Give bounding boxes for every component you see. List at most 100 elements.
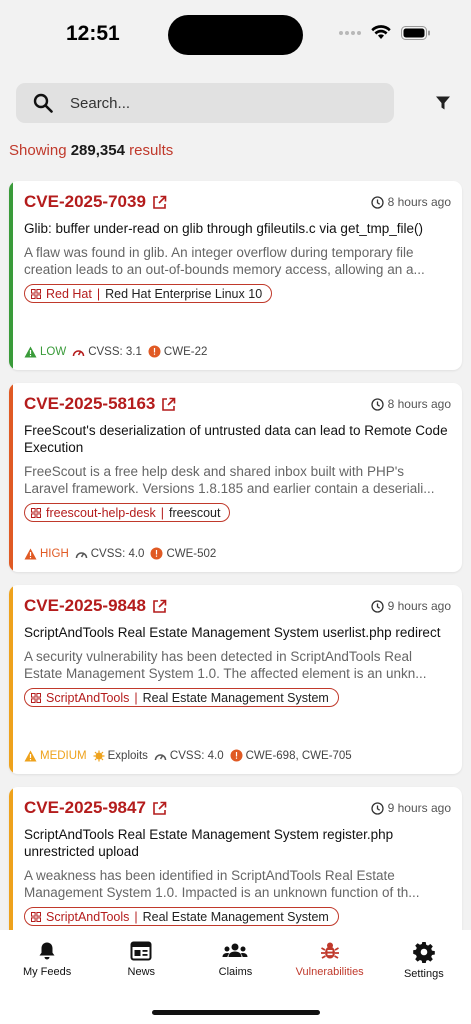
product-name: Real Estate Management System: [142, 690, 329, 705]
tab-label: Settings: [403, 968, 444, 980]
cve-description: A flaw was found in glib. An integer ove…: [24, 244, 451, 278]
cve-description: FreeScout is a free help desk and shared…: [24, 463, 451, 497]
timestamp-text: 9 hours ago: [387, 801, 451, 815]
vulnerability-card[interactable]: CVE-2025-58163 8 hours ago FreeScout's d…: [9, 383, 462, 572]
vendor-chip[interactable]: ScriptAndTools | Real Estate Management …: [24, 688, 339, 707]
bell-icon: [39, 942, 55, 960]
tab-my-feeds[interactable]: My Feeds: [0, 941, 94, 980]
cve-id-text: CVE-2025-9847: [24, 798, 146, 817]
cve-title: FreeScout's deserialization of untrusted…: [24, 423, 448, 455]
grid-icon: [31, 288, 41, 299]
users-icon: [222, 943, 248, 957]
tab-news[interactable]: News: [94, 941, 188, 980]
cve-id[interactable]: CVE-2025-9848: [24, 596, 167, 616]
filter-icon: [436, 96, 450, 110]
cwe-badge: CWE-22: [148, 345, 207, 358]
cve-title: ScriptAndTools Real Estate Management Sy…: [24, 827, 394, 859]
cve-title: Glib: buffer under-read on glib through …: [24, 221, 423, 236]
alert-circle-icon: [150, 547, 163, 560]
cve-id-text: CVE-2025-9848: [24, 596, 146, 615]
severity-badge: LOW: [24, 346, 66, 358]
gauge-icon: [72, 349, 85, 356]
tab-vulnerabilities[interactable]: Vulnerabilities: [283, 941, 377, 980]
wifi-icon: [371, 25, 391, 39]
gauge-icon: [154, 753, 167, 760]
description-line: A flaw was found in glib. An integer ove…: [24, 245, 414, 260]
battery-icon: [401, 25, 430, 40]
card-meta: LOW CVSS: 3.1 CWE-22: [24, 345, 207, 358]
timestamp-text: 9 hours ago: [387, 599, 451, 613]
timestamp: 8 hours ago: [370, 397, 451, 411]
results-suffix: results: [129, 142, 174, 159]
description-line: creation leads to an out-of-bounds memor…: [24, 262, 425, 277]
search-placeholder: Search...: [70, 94, 131, 112]
cvss-text: CVSS: 4.0: [169, 749, 224, 762]
description-line: Laravel framework. Versions 1.8.185 and …: [24, 481, 435, 496]
search-row: Search...: [16, 83, 455, 123]
cwe-text: CWE-22: [163, 345, 208, 358]
card-meta: HIGH CVSS: 4.0 CWE-502: [24, 547, 216, 560]
cwe-badge: CWE-502: [150, 547, 216, 560]
cve-id-text: CVE-2025-7039: [24, 192, 146, 211]
newspaper-icon: [130, 941, 152, 961]
gauge-icon: [75, 551, 87, 558]
vendor-name: freescout-help-desk: [46, 505, 156, 520]
results-prefix: Showing: [9, 142, 67, 159]
dynamic-island: [168, 15, 303, 55]
results-number: 289,354: [70, 142, 125, 159]
vulnerability-card[interactable]: CVE-2025-7039 8 hours ago Glib: buffer u…: [9, 181, 462, 370]
timestamp-text: 8 hours ago: [387, 397, 451, 411]
tab-label: News: [127, 966, 156, 978]
status-bar: 12:51: [0, 0, 471, 66]
exploits-badge: Exploits: [93, 750, 148, 762]
external-link-icon: [153, 195, 167, 209]
cve-id[interactable]: CVE-2025-9847: [24, 798, 167, 818]
tab-bar: My Feeds News Claims Vulnerabilities Set…: [0, 930, 471, 1024]
product-name: Red Hat Enterprise Linux 10: [105, 286, 263, 301]
grid-icon: [31, 507, 41, 518]
cve-id[interactable]: CVE-2025-7039: [24, 192, 167, 212]
timestamp: 9 hours ago: [370, 599, 451, 613]
severity-bar: [9, 585, 13, 774]
cwe-badge: CWE-698, CWE-705: [230, 749, 352, 762]
severity-text: HIGH: [40, 547, 69, 560]
external-link-icon: [153, 801, 167, 815]
description-line: FreeScout is a free help desk and shared…: [24, 464, 405, 479]
warning-icon: [24, 548, 37, 559]
vendor-chip[interactable]: Red Hat | Red Hat Enterprise Linux 10: [24, 284, 273, 303]
description-line: A weakness has been identified in Script…: [24, 868, 395, 883]
vendor-chip[interactable]: ScriptAndTools | Real Estate Management …: [24, 907, 339, 926]
tab-settings[interactable]: Settings: [377, 941, 471, 980]
cwe-text: CWE-698, CWE-705: [245, 749, 352, 762]
search-input[interactable]: Search...: [16, 83, 394, 123]
vendor-chip[interactable]: freescout-help-desk | freescout: [24, 503, 231, 522]
cvss-badge: CVSS: 4.0: [154, 750, 224, 762]
status-icons: [339, 25, 431, 40]
severity-text: LOW: [40, 345, 67, 358]
results-count: Showing 289,354 results: [9, 142, 173, 159]
tab-claims[interactable]: Claims: [188, 941, 282, 980]
warning-icon: [24, 750, 37, 761]
grid-icon: [31, 911, 41, 922]
vendor-name: Red Hat: [46, 286, 92, 301]
clock-icon: [370, 801, 384, 815]
timestamp: 9 hours ago: [370, 801, 451, 815]
tab-label: My Feeds: [22, 966, 72, 978]
warning-icon: [24, 346, 37, 357]
vendor-name: ScriptAndTools: [46, 909, 130, 924]
clock-icon: [370, 195, 384, 209]
vulnerability-card[interactable]: CVE-2025-9848 9 hours ago ScriptAndTools…: [9, 585, 462, 774]
cve-description: A weakness has been identified in Script…: [24, 867, 451, 901]
filter-button[interactable]: [431, 91, 455, 115]
cvss-text: CVSS: 3.1: [88, 345, 142, 358]
bug-icon: [93, 750, 105, 761]
clock-icon: [370, 599, 384, 613]
cve-description: A security vulnerability has been detect…: [24, 648, 451, 682]
cwe-text: CWE-502: [166, 547, 217, 560]
cve-id[interactable]: CVE-2025-58163: [24, 394, 176, 414]
severity-bar: [9, 181, 13, 370]
cvss-text: CVSS: 4.0: [90, 547, 145, 560]
signal-icon: [339, 30, 361, 35]
tab-label: Claims: [218, 966, 253, 978]
description-line: A security vulnerability has been detect…: [24, 649, 412, 664]
